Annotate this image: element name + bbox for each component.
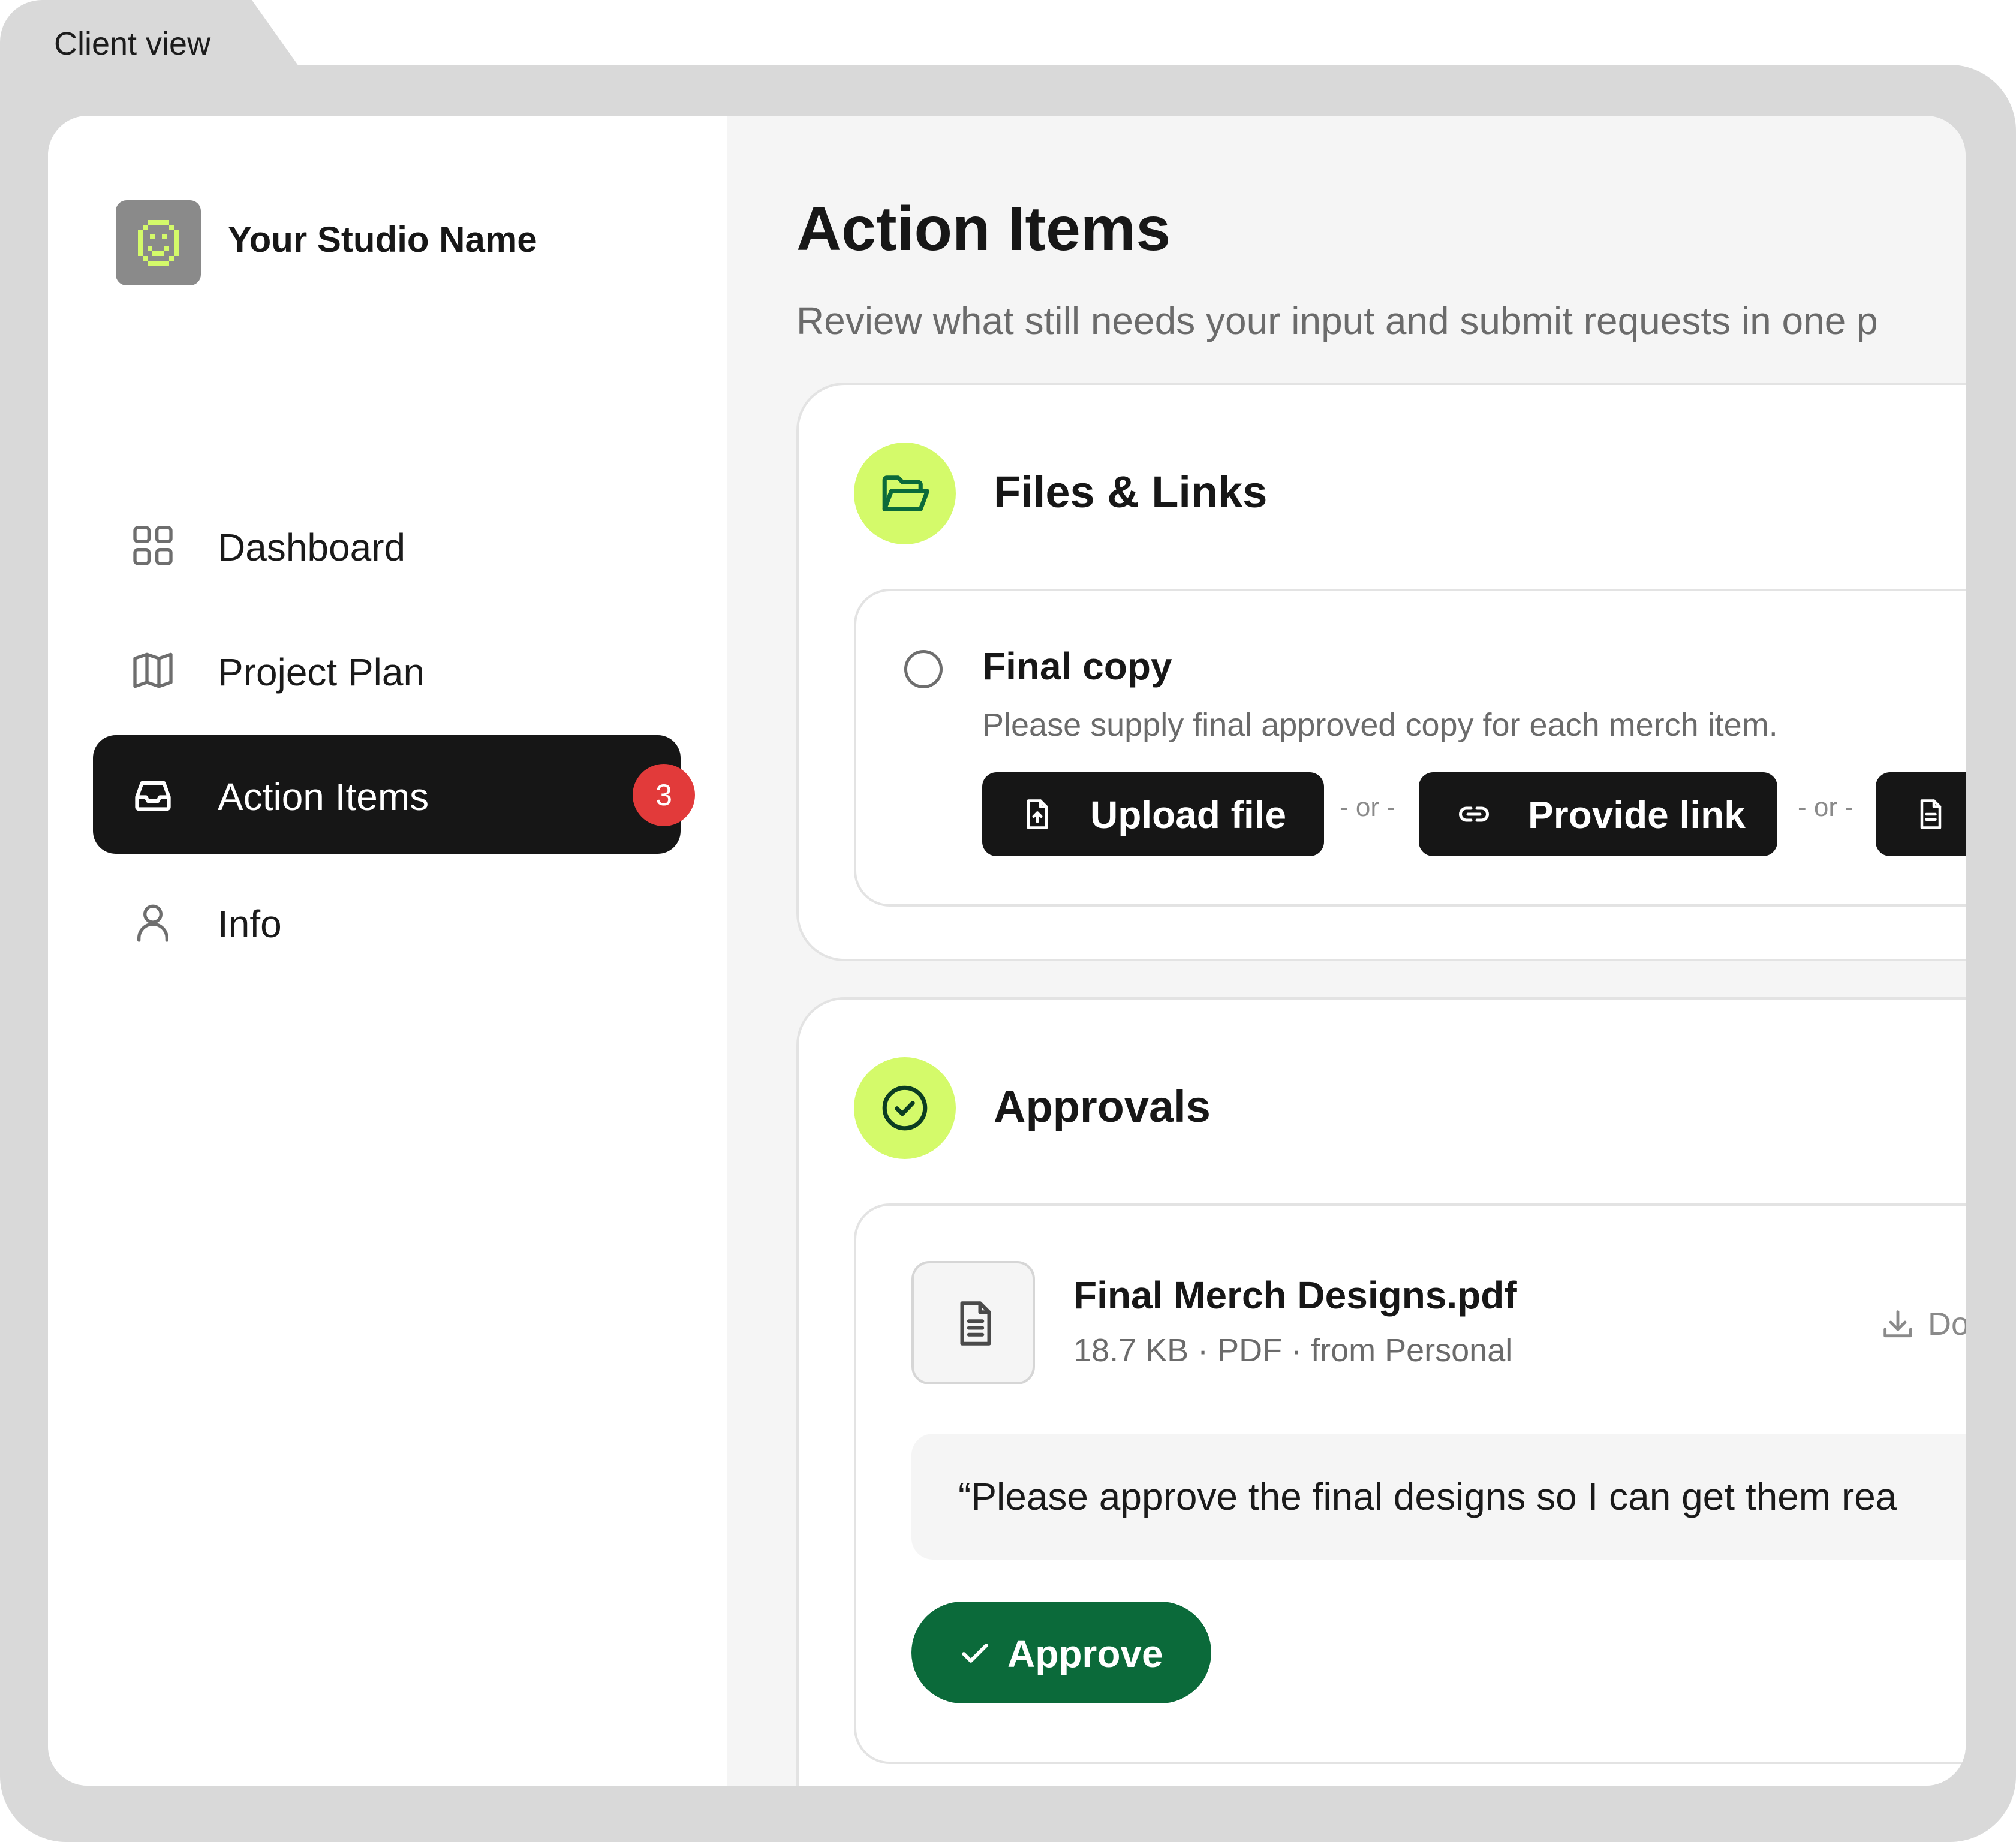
task-card-final-copy: Final copy Please supply final approved … <box>854 589 1966 907</box>
sidebar-item-dashboard[interactable]: Dashboard <box>93 486 681 604</box>
task-complete-radio[interactable] <box>904 650 943 688</box>
approve-label: Approve <box>1007 1632 1163 1675</box>
provide-link-label: Provide link <box>1528 793 1746 836</box>
upload-file-label: Upload file <box>1090 793 1287 836</box>
page-subtitle: Review what still needs your input and s… <box>796 299 1878 342</box>
document-icon <box>1920 799 1942 829</box>
approvals-section-icon-badge <box>854 1057 956 1159</box>
or-separator: - or - <box>1340 793 1395 822</box>
sidebar-item-label: Dashboard <box>218 526 406 569</box>
sidebar-item-label: Action Items <box>218 775 429 818</box>
files-section-icon-badge <box>854 443 956 544</box>
sidebar-item-project-plan[interactable]: Project Plan <box>93 610 681 729</box>
download-icon <box>1883 1310 1912 1338</box>
user-icon <box>137 904 168 942</box>
files-section-title: Files & Links <box>994 467 1268 517</box>
check-icon <box>962 1644 988 1663</box>
folder-open-icon <box>882 475 930 511</box>
grid-icon <box>133 526 173 565</box>
file-name: Final Merch Designs.pdf <box>1073 1274 1517 1317</box>
provide-link-button[interactable]: Provide link <box>1419 772 1777 856</box>
request-message-text: “Please approve the final designs so I c… <box>958 1475 1897 1518</box>
sidebar: Your Studio Name Dashboard Project Plan … <box>48 116 727 1786</box>
download-label: Do <box>1928 1306 1966 1342</box>
pixel-smiley-icon <box>138 220 179 266</box>
approve-button[interactable]: Approve <box>911 1602 1211 1703</box>
client-view-tab-label: Client view <box>54 26 211 62</box>
request-message: “Please approve the final designs so I c… <box>911 1434 1966 1560</box>
app-window: Your Studio Name Dashboard Project Plan … <box>48 116 1966 1786</box>
files-links-section: Files & Links Final copy Please supply f… <box>796 383 1966 961</box>
map-icon <box>133 652 173 688</box>
sidebar-item-label: Info <box>218 902 282 946</box>
page-title: Action Items <box>796 194 1171 264</box>
studio-name: Your Studio Name <box>228 219 537 260</box>
file-upload-icon <box>1027 799 1048 829</box>
file-thumbnail <box>911 1261 1035 1384</box>
or-separator: - or - <box>1798 793 1853 822</box>
inbox-icon <box>135 781 171 811</box>
approval-card: Final Merch Designs.pdf 18.7 KB · PDF · … <box>854 1203 1966 1764</box>
link-icon <box>1459 806 1489 822</box>
sidebar-item-label: Project Plan <box>218 651 425 694</box>
approvals-section-title: Approvals <box>994 1082 1211 1131</box>
sidebar-item-action-items[interactable]: Action Items 3 <box>93 735 695 854</box>
approvals-section: Approvals Final Merch Designs.pdf 18.7 K… <box>796 997 1966 1786</box>
task-title: Final copy <box>982 645 1172 688</box>
notification-badge: 3 <box>633 764 695 826</box>
task-description: Please supply final approved copy for ea… <box>982 707 1778 743</box>
check-circle-icon <box>882 1085 928 1131</box>
sidebar-item-info[interactable]: Info <box>93 862 681 981</box>
write-text-button[interactable] <box>1876 772 1966 856</box>
file-text-icon <box>960 1301 991 1346</box>
upload-file-button[interactable]: Upload file <box>982 772 1324 856</box>
file-meta: 18.7 KB · PDF · from Personal <box>1073 1332 1513 1368</box>
studio-logo <box>116 200 201 285</box>
